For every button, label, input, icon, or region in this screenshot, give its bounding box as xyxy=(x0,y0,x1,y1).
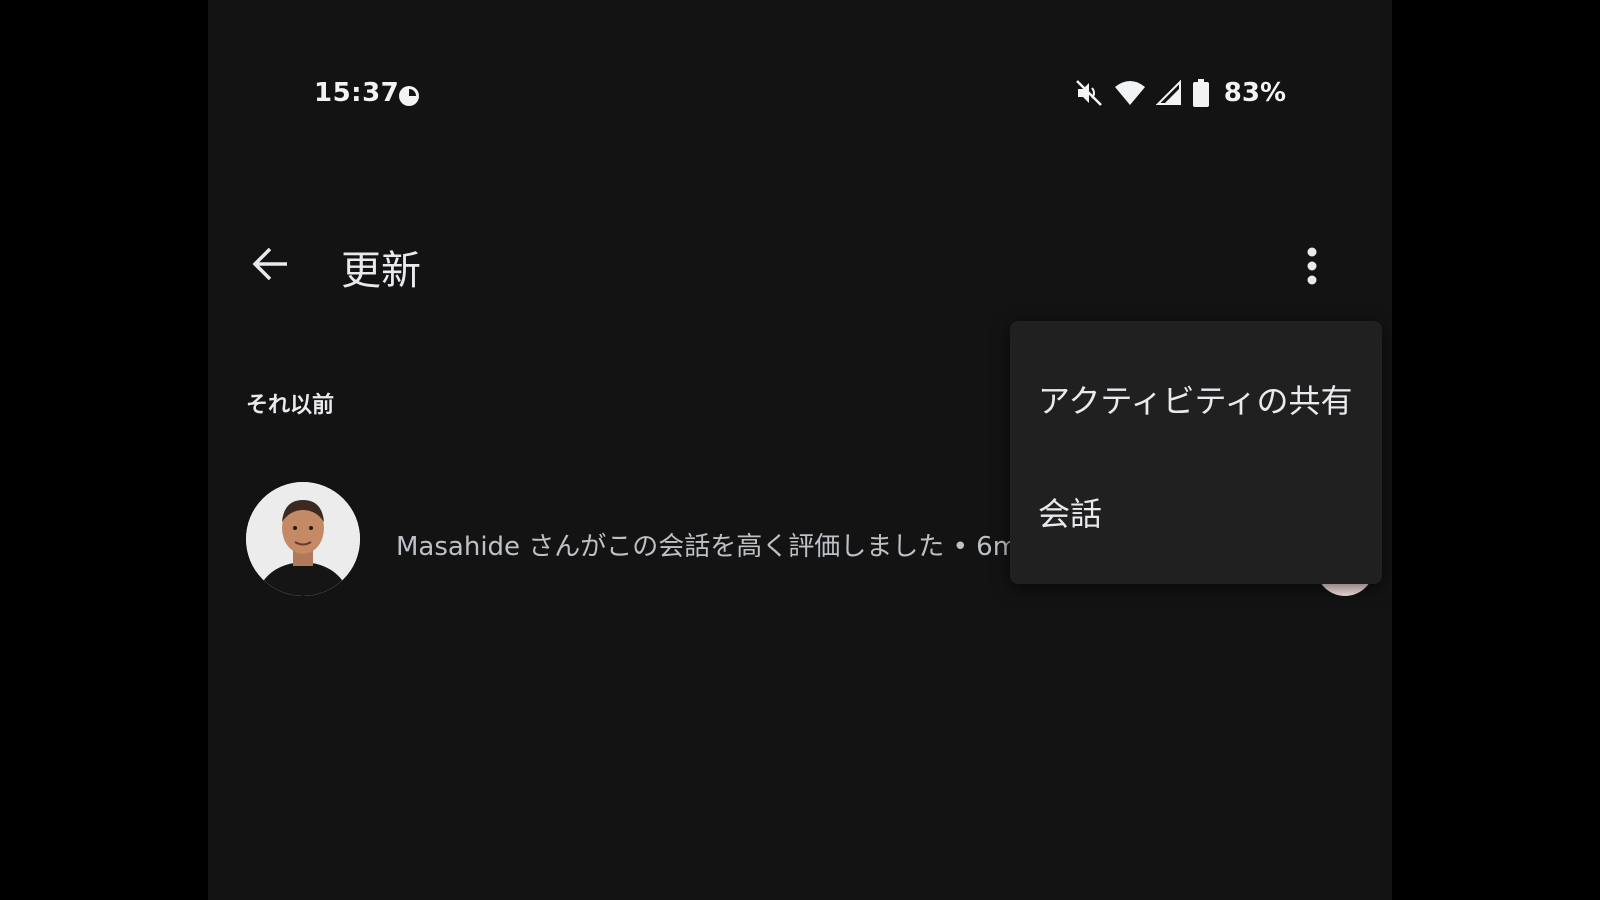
status-icons: 83% xyxy=(1074,76,1286,110)
page-title: 更新 xyxy=(341,248,421,294)
mute-icon xyxy=(1075,80,1102,106)
battery-percent: 83% xyxy=(1223,78,1286,108)
back-button[interactable] xyxy=(246,240,294,288)
battery-icon xyxy=(1192,79,1209,107)
section-header: それ以前 xyxy=(246,393,335,418)
phone-screen: 15:37 83% 更新 それ以前 Masahide さんがこの会話を高く評価し… xyxy=(208,0,1392,900)
menu-item-conversations[interactable]: 会話 xyxy=(1010,464,1382,560)
status-time: 15:37 xyxy=(314,78,400,108)
menu-item-share-activity[interactable]: アクティビティの共有 xyxy=(1010,351,1382,447)
update-text: Masahide さんがこの会話を高く評価しました • 6m xyxy=(396,532,1019,562)
wifi-icon xyxy=(1114,81,1145,105)
overflow-menu: アクティビティの共有 会話 xyxy=(1010,321,1382,584)
more-vert-icon xyxy=(1307,247,1317,285)
arrow-left-icon xyxy=(252,247,287,281)
signal-icon xyxy=(1155,80,1181,105)
avatar xyxy=(246,482,360,596)
circle-status-icon xyxy=(399,86,419,106)
more-options-button[interactable] xyxy=(1292,242,1332,290)
